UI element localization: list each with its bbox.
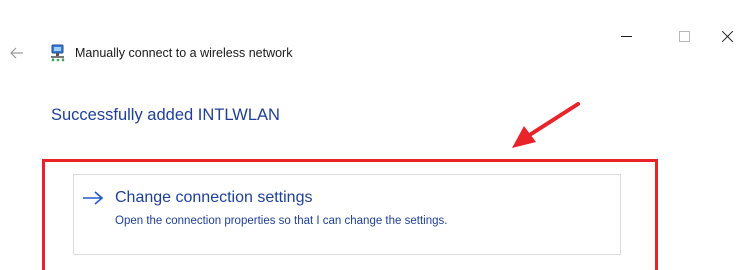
close-button[interactable] — [711, 22, 744, 50]
minimize-button[interactable] — [603, 22, 649, 50]
maximize-icon — [678, 30, 690, 42]
close-icon — [722, 30, 734, 42]
wireless-network-icon — [49, 44, 67, 62]
annotation-arrow-icon — [512, 102, 580, 148]
wizard-title: Manually connect to a wireless network — [75, 46, 293, 60]
command-link-title: Change connection settings — [115, 189, 313, 206]
change-connection-settings-link[interactable]: Change connection settings Open the conn… — [73, 174, 621, 255]
back-arrow-icon — [10, 47, 23, 59]
back-button[interactable] — [8, 44, 26, 62]
maximize-button[interactable] — [661, 22, 707, 50]
command-link-description: Open the connection properties so that I… — [115, 215, 448, 227]
wizard-window: Manually connect to a wireless network S… — [0, 0, 744, 270]
minimize-icon — [620, 35, 632, 37]
right-arrow-icon — [83, 191, 104, 205]
page-heading: Successfully added INTLWLAN — [51, 106, 280, 124]
